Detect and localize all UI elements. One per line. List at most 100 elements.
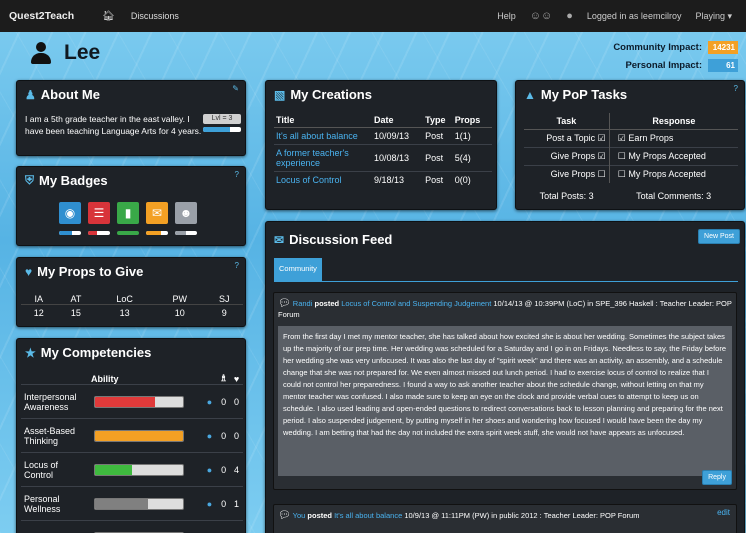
comment-icon[interactable]: ● [203, 384, 218, 419]
post-author[interactable]: Randi [293, 299, 313, 308]
comment-icon[interactable]: ● [203, 486, 218, 521]
competency-bar-cell [91, 418, 204, 453]
gamepad-badge-icon[interactable]: ◉ [59, 202, 81, 224]
help-icon[interactable]: ? [235, 170, 239, 179]
pop-header: ▲ My PoP Tasks [516, 81, 744, 108]
competency-bar-cell [91, 520, 204, 533]
help-icon[interactable]: ? [734, 84, 738, 93]
pop-task-label: Post a Topic [546, 133, 596, 143]
checkbox[interactable]: ☐ [618, 151, 626, 161]
about-me-text: I am a 5th grade teacher in the east val… [25, 114, 202, 136]
creation-title-link[interactable]: Locus of Control [274, 172, 374, 189]
props-value: 15 [70, 308, 81, 318]
props-title: My Props to Give [37, 264, 144, 279]
competency-count-a: 0 [217, 520, 231, 533]
level-badge: Lvl = 3 [203, 114, 241, 124]
checkbox[interactable]: ☑ [598, 151, 606, 161]
post-body: From the first day I met my mentor teach… [278, 326, 732, 476]
bookmark-badge-icon[interactable]: ▮ [117, 202, 139, 224]
nav-help[interactable]: Help [497, 11, 516, 21]
post-topic-link[interactable]: It's all about balance [334, 511, 402, 520]
comment-icon[interactable]: ● [203, 520, 218, 533]
list-badge-icon[interactable]: ☰ [88, 202, 110, 224]
props-table: IA AT LoC PW SJ 12 15 13 10 9 [21, 294, 243, 318]
props-value: 13 [119, 308, 130, 318]
comment-icon[interactable]: ● [203, 418, 218, 453]
competency-name: Suspending [21, 520, 91, 533]
pop-response-cell: ☐ My Props Accepted [609, 148, 738, 166]
post-verb: posted [307, 511, 332, 520]
edit-link[interactable]: edit [717, 508, 730, 517]
competency-row: Suspending ● 0 0 [21, 520, 243, 533]
checkbox[interactable]: ☐ [618, 169, 626, 179]
creations-header: ▧ My Creations [266, 81, 496, 108]
tab-community[interactable]: Community [274, 258, 322, 282]
discussion-feed-panel: ✉ Discussion Feed New Post Community 💬︎ R… [265, 221, 745, 533]
feed-post: 💬︎ Randi posted Locus of Control and Sus… [273, 292, 737, 490]
competency-count-b: 0 [230, 418, 243, 453]
competency-bar [94, 429, 184, 442]
post-author[interactable]: You [293, 511, 306, 520]
post-meta: 💬︎ You posted It's all about balance 10/… [274, 505, 736, 526]
playing-dropdown[interactable]: Playing ▾ [695, 11, 732, 22]
help-icon[interactable]: ? [235, 261, 239, 270]
props-to-give-panel: ♥ My Props to Give ? IA AT LoC PW SJ 12 1… [16, 257, 246, 327]
creation-type: Post [425, 131, 444, 141]
user-icon: ♟ [25, 87, 36, 102]
creation-date: 10/08/13 [374, 153, 410, 163]
col-response: Response [652, 116, 696, 126]
checkbox[interactable]: ☑ [618, 133, 626, 143]
pop-task-label: Give Props [550, 151, 596, 161]
competency-count-b: 0 [230, 520, 243, 533]
comments-icon: ✉ [274, 232, 285, 247]
briefcase-icon: ▧ [274, 87, 286, 102]
creation-date: 10/09/13 [374, 131, 410, 141]
badges-header: ⛨ My Badges [17, 167, 245, 194]
brand-logo[interactable]: Quest2Teach [9, 10, 74, 22]
competency-bar-cell [91, 452, 204, 487]
checkbox[interactable]: ☑ [598, 133, 606, 143]
post-meta: 💬︎ Randi posted Locus of Control and Sus… [274, 293, 736, 320]
comment-icon: 💬︎ [278, 298, 291, 309]
props-header-loc: LoC [116, 294, 133, 304]
competency-count-a: 0 [217, 452, 231, 487]
pop-response-label: Earn Props [628, 133, 674, 143]
pop-task-cell: Post a Topic ☑ [524, 129, 610, 148]
competency-row: Asset-Based Thinking ● 0 0 [21, 418, 243, 453]
home-icon[interactable]: 🏠︎ [102, 11, 115, 22]
page-title: Lee [30, 41, 100, 65]
feed-post: 💬︎ You posted It's all about balance 10/… [273, 504, 737, 533]
pop-response-cell: ☐ My Props Accepted [609, 166, 738, 184]
comment-badge-icon[interactable]: ✉ [146, 202, 168, 224]
competency-name: Interpersonal Awareness [21, 384, 91, 419]
total-posts: Total Posts: 3 [539, 191, 594, 201]
creation-title-link[interactable]: A former teacher's experience [274, 145, 374, 172]
post-topic-link[interactable]: Locus of Control and Suspending Judgemen… [341, 299, 491, 308]
competency-count-a: 0 [217, 486, 231, 521]
users-icon[interactable]: ☺☺ [530, 10, 552, 22]
creations-title: My Creations [290, 87, 372, 102]
about-me-header: ♟ About Me [17, 81, 245, 108]
nav-discussions[interactable]: Discussions [131, 11, 179, 21]
top-nav-bar: Quest2Teach 🏠︎ Discussions Help ☺☺ ● Log… [0, 0, 746, 32]
about-me-title: About Me [40, 87, 100, 102]
checkbox[interactable]: ☐ [598, 169, 606, 179]
competency-count-a: 0 [217, 418, 231, 453]
col-type: Type [425, 115, 446, 125]
chat-icon[interactable]: ● [566, 10, 573, 22]
edit-icon[interactable]: ✎ [232, 84, 239, 93]
pop-response-label: My Props Accepted [628, 151, 706, 161]
props-header-sj: SJ [219, 294, 230, 304]
new-post-button[interactable]: New Post [698, 229, 740, 244]
col-props: Props [454, 115, 481, 125]
comment-icon[interactable]: ● [203, 452, 218, 487]
badge-progress-list [59, 231, 197, 235]
creation-title-link[interactable]: It's all about balance [274, 128, 374, 145]
badges-title: My Badges [39, 173, 108, 188]
group-badge-icon[interactable]: ☻ [175, 202, 197, 224]
creation-props: 0(0) [454, 175, 471, 185]
shield-icon: ⛨ [25, 173, 35, 187]
competency-count-b: 1 [230, 486, 243, 521]
heart-icon: ♥ [233, 373, 240, 384]
reply-button[interactable]: Reply [702, 470, 732, 485]
